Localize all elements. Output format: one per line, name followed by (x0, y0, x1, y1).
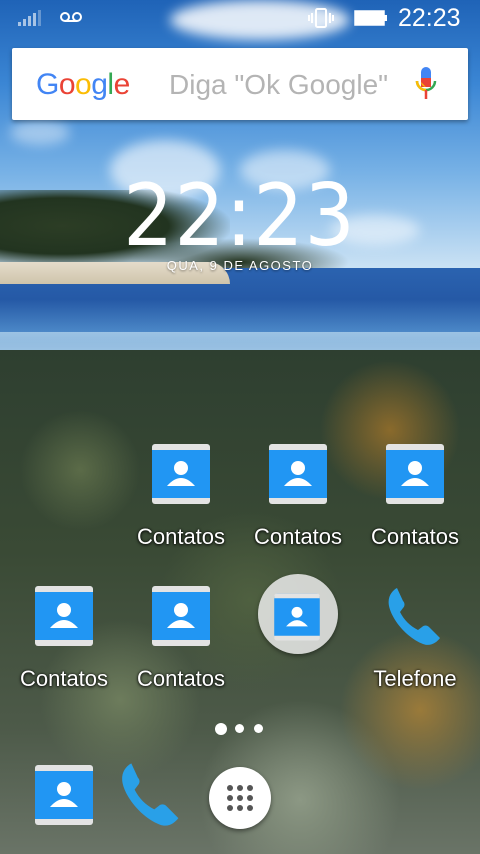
all-apps-icon (227, 785, 253, 811)
dock-phone[interactable] (116, 759, 180, 826)
page-indicator (213, 722, 265, 736)
vibrate-icon (308, 8, 334, 28)
app-folder[interactable] (258, 574, 338, 654)
contacts-folder-icon (274, 593, 320, 641)
google-logo-letter: o (75, 68, 92, 101)
contacts-icon (35, 586, 93, 646)
battery-icon (354, 10, 387, 26)
app-label: Contatos (370, 524, 460, 549)
mic-icon[interactable] (414, 66, 438, 102)
app-contacts-5[interactable]: Contatos (121, 584, 241, 714)
app-contacts-2[interactable]: Contatos (238, 442, 358, 572)
contacts-icon (269, 444, 327, 504)
google-search-bar[interactable]: Google Diga "Ok Google" (12, 48, 468, 120)
app-label: Contatos (136, 666, 226, 691)
page-dot (235, 724, 244, 733)
clock-widget-date[interactable]: QUA, 9 DE AGOSTO (0, 258, 480, 274)
google-logo-letter: e (113, 68, 131, 101)
clock-widget-time-text: 22:23 (122, 166, 356, 266)
search-hint: Diga "Ok Google" (169, 69, 389, 100)
app-phone[interactable]: Telefone (355, 584, 475, 714)
clock-widget-time[interactable]: 22:23 (0, 168, 480, 264)
google-logo-letter: o (58, 68, 76, 101)
contacts-icon (152, 444, 210, 504)
dock-contacts[interactable] (32, 763, 96, 827)
app-label: Telefone (373, 666, 457, 691)
google-logo: Google (36, 68, 130, 102)
voicemail-icon (60, 12, 82, 22)
contacts-icon (35, 765, 93, 825)
app-contacts-3[interactable]: Contatos (355, 442, 475, 572)
contacts-icon (152, 586, 210, 646)
app-contacts-4[interactable]: Contatos (4, 584, 124, 714)
all-apps-button[interactable] (209, 767, 271, 829)
status-bar: 22:23 (0, 0, 480, 36)
google-logo-letter: G (36, 68, 59, 101)
contacts-icon (386, 444, 444, 504)
signal-icon (18, 10, 41, 26)
page-dot (254, 724, 263, 733)
phone-icon (122, 763, 179, 826)
page-dot-active (215, 723, 227, 735)
phone-icon (388, 588, 440, 645)
status-clock: 22:23 (398, 4, 461, 32)
google-logo-letter: g (91, 68, 108, 101)
app-contacts-1[interactable]: Contatos (121, 442, 241, 572)
